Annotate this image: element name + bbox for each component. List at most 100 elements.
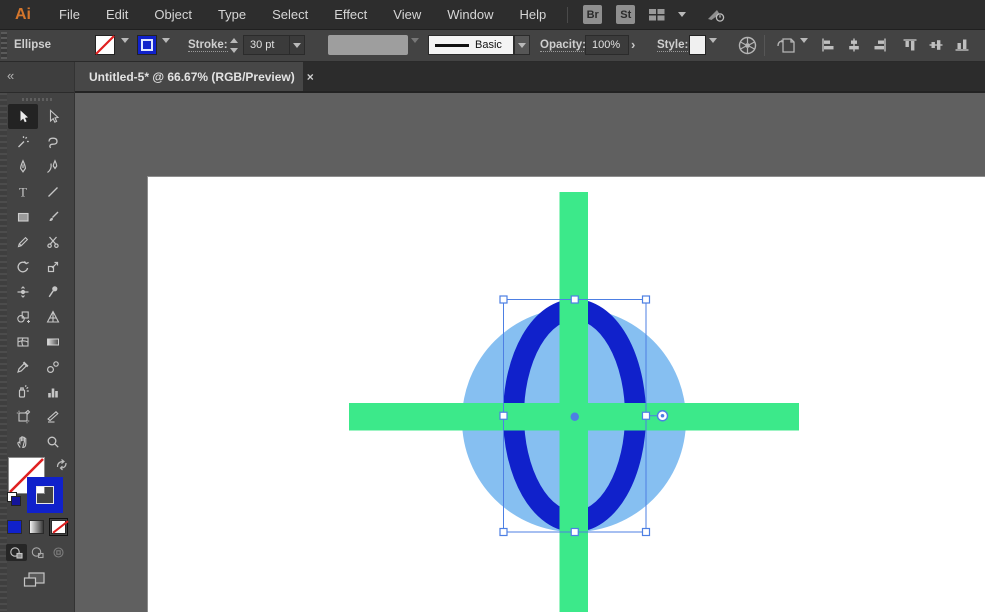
- gradient-tool[interactable]: [38, 329, 68, 354]
- opacity-slider-arrow-icon[interactable]: ›: [631, 37, 635, 52]
- align-horizontal-center-icon[interactable]: [846, 37, 862, 56]
- style-swatch[interactable]: [689, 35, 706, 55]
- collapse-panel-icon[interactable]: «: [7, 68, 14, 83]
- stroke-label[interactable]: Stroke:: [188, 39, 228, 52]
- stroke-weight-field[interactable]: 30 pt: [243, 35, 305, 55]
- stroke-color-proxy[interactable]: [27, 477, 63, 513]
- perspective-grid-tool[interactable]: [38, 304, 68, 329]
- type-tool[interactable]: T: [8, 179, 38, 204]
- column-graph-tool[interactable]: [38, 379, 68, 404]
- default-fill-stroke-icon[interactable]: [7, 492, 21, 506]
- recolor-artwork-icon[interactable]: [738, 36, 757, 58]
- selection-handle[interactable]: [641, 527, 651, 537]
- isolate-chevron-icon[interactable]: [800, 38, 808, 57]
- pen-tool[interactable]: [8, 154, 38, 179]
- fill-chevron-icon[interactable]: [121, 38, 129, 57]
- draw-normal-icon[interactable]: [6, 544, 27, 561]
- chevron-down-icon[interactable]: [678, 12, 687, 17]
- menu-effect[interactable]: Effect: [321, 0, 380, 29]
- rectangle-tool[interactable]: [8, 204, 38, 229]
- direct-selection-tool[interactable]: [38, 104, 68, 129]
- zoom-tool[interactable]: [38, 429, 68, 454]
- style-chevron-icon[interactable]: [709, 38, 717, 57]
- style-label[interactable]: Style:: [657, 39, 689, 52]
- menu-file[interactable]: File: [46, 0, 93, 29]
- control-separator: [764, 35, 765, 56]
- hand-tool[interactable]: [8, 429, 38, 454]
- curvature-tool[interactable]: [38, 154, 68, 179]
- tab-close-icon[interactable]: ×: [307, 70, 314, 84]
- isolate-object-icon[interactable]: [776, 36, 798, 58]
- shape-builder-tool[interactable]: [8, 304, 38, 329]
- workspace-switcher-icon[interactable]: [648, 8, 666, 22]
- gradient-button[interactable]: [29, 520, 44, 534]
- lasso-tool[interactable]: [38, 129, 68, 154]
- selection-handle[interactable]: [570, 295, 579, 304]
- swap-fill-stroke-icon[interactable]: [55, 458, 69, 476]
- stroke-weight-chevron-icon[interactable]: [289, 36, 304, 54]
- panel-edge-grip[interactable]: [0, 93, 7, 612]
- paintbrush-tool[interactable]: [38, 204, 68, 229]
- document-tab[interactable]: Untitled-5* @ 66.67% (RGB/Preview) ×: [75, 62, 314, 91]
- selection-center-point[interactable]: [570, 412, 579, 421]
- selection-handle[interactable]: [641, 295, 651, 304]
- svg-text:T: T: [19, 184, 27, 199]
- width-profile-dropdown: [328, 35, 408, 55]
- bridge-icon[interactable]: Br: [583, 5, 603, 24]
- mesh-tool[interactable]: [8, 329, 38, 354]
- menu-edit[interactable]: Edit: [93, 0, 141, 29]
- stroke-chevron-icon[interactable]: [162, 38, 170, 57]
- puppet-warp-tool[interactable]: [38, 279, 68, 304]
- color-button[interactable]: [7, 520, 22, 534]
- stroke-weight-stepper[interactable]: [228, 36, 239, 55]
- selection-handle[interactable]: [499, 411, 508, 420]
- menu-window[interactable]: Window: [434, 0, 506, 29]
- line-segment-tool[interactable]: [38, 179, 68, 204]
- panel-grip[interactable]: [1, 32, 7, 59]
- artboard-tool[interactable]: [8, 404, 38, 429]
- align-bottom-icon[interactable]: [954, 37, 970, 56]
- draw-behind-icon[interactable]: [27, 544, 48, 561]
- stroke-swatch-blue[interactable]: [137, 35, 157, 55]
- align-left-icon[interactable]: [820, 37, 836, 56]
- selection-tool[interactable]: [8, 104, 38, 129]
- align-top-icon[interactable]: [902, 37, 918, 56]
- screen-mode-icon[interactable]: [22, 570, 48, 595]
- scale-tool[interactable]: [38, 254, 68, 279]
- menu-view[interactable]: View: [380, 0, 434, 29]
- vertical-bar[interactable]: [559, 192, 589, 612]
- magic-wand-tool[interactable]: [8, 129, 38, 154]
- menu-object[interactable]: Object: [141, 0, 205, 29]
- blend-tool[interactable]: [38, 354, 68, 379]
- tools-grip-dots[interactable]: [22, 98, 54, 101]
- slice-tool[interactable]: [38, 404, 68, 429]
- selection-handle[interactable]: [641, 411, 651, 420]
- none-button[interactable]: [49, 518, 68, 536]
- opacity-label[interactable]: Opacity:: [540, 39, 587, 52]
- menu-type[interactable]: Type: [205, 0, 259, 29]
- menu-help[interactable]: Help: [506, 0, 559, 29]
- selection-handle[interactable]: [570, 527, 579, 537]
- selection-handle[interactable]: [499, 295, 508, 304]
- align-right-icon[interactable]: [872, 37, 888, 56]
- fill-swatch-none[interactable]: [95, 35, 115, 55]
- draw-inside-icon[interactable]: [48, 544, 69, 561]
- width-tool[interactable]: [8, 279, 38, 304]
- menu-select[interactable]: Select: [259, 0, 321, 29]
- eyedropper-tool[interactable]: [8, 354, 38, 379]
- shaper-tool[interactable]: [8, 229, 38, 254]
- brush-definition-dropdown[interactable]: Basic: [428, 35, 514, 55]
- align-vertical-center-icon[interactable]: [928, 37, 944, 56]
- selection-handle[interactable]: [499, 527, 508, 537]
- artwork-canvas[interactable]: [75, 93, 985, 612]
- tools-panel-header[interactable]: «: [0, 62, 74, 93]
- rotate-tool[interactable]: [8, 254, 38, 279]
- brush-chevron-icon[interactable]: [514, 35, 530, 55]
- scissors-tool[interactable]: [38, 229, 68, 254]
- symbol-sprayer-tool[interactable]: [8, 379, 38, 404]
- corner-widget-dot[interactable]: [660, 413, 665, 418]
- opacity-field[interactable]: 100%: [585, 35, 629, 55]
- stock-icon[interactable]: St: [616, 5, 636, 24]
- sync-share-icon[interactable]: [706, 7, 726, 23]
- canvas-area[interactable]: [75, 93, 985, 612]
